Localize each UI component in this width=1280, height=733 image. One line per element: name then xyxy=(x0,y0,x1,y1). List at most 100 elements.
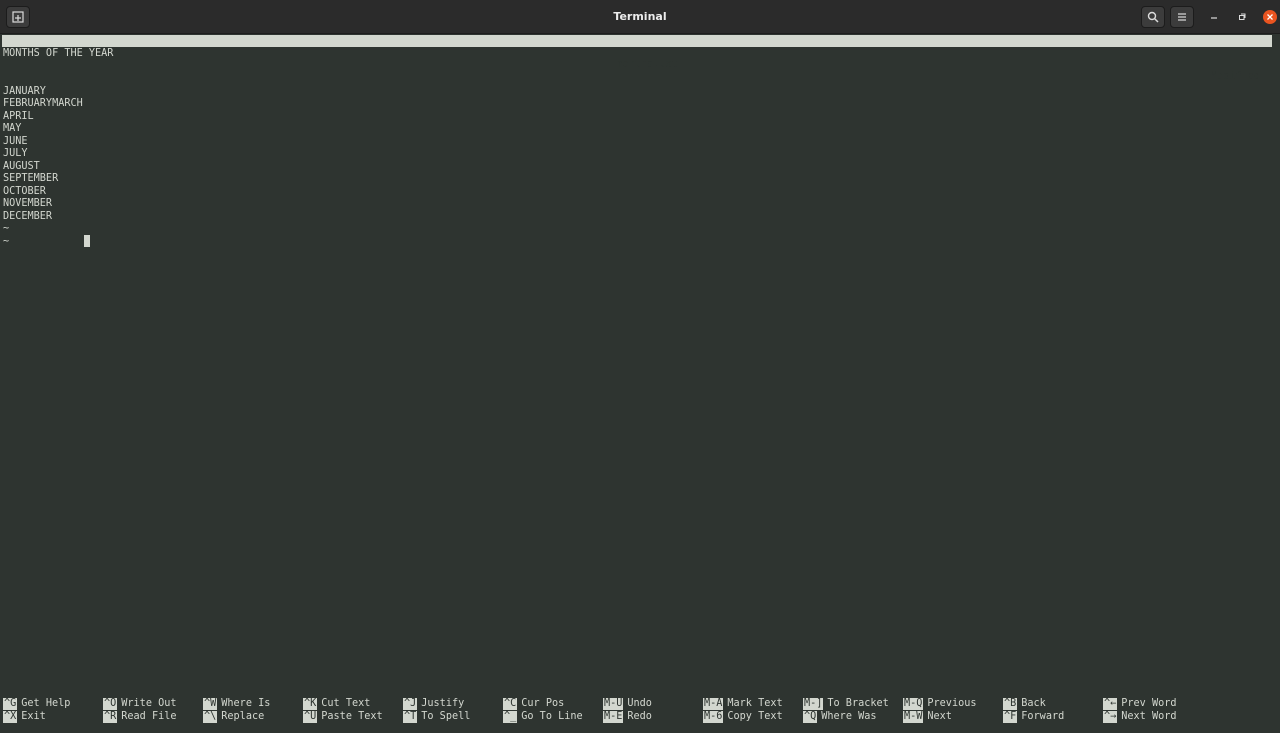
shortcut-key: M-U xyxy=(603,698,624,710)
editor-line: JUNE xyxy=(3,135,28,147)
shortcut-column: ^C Cur Pos ^_ Go To Line xyxy=(503,698,603,723)
window-titlebar[interactable]: Terminal xyxy=(0,0,1280,34)
editor-line: NOVEMBER xyxy=(3,198,53,209)
shortcut-item[interactable]: M-6 Copy Text xyxy=(703,710,803,724)
maximize-button[interactable] xyxy=(1235,10,1249,24)
editor-line: ~ xyxy=(3,223,10,234)
shortcut-item[interactable]: M-U Undo xyxy=(603,698,703,711)
editor-line: APRIL xyxy=(3,110,34,122)
shortcut-item[interactable]: M-W Next xyxy=(903,710,1003,724)
editor-text-area[interactable]: MONTHS OF THE YEAR JANUARY FEBRUARYMARCH AP… xyxy=(3,48,1273,248)
shortcut-key: M-A xyxy=(703,698,724,710)
shortcut-item[interactable]: ^U Paste Text xyxy=(303,710,403,724)
shortcut-key: ^T xyxy=(403,710,418,723)
shortcut-column: ^B Back ^F Forward xyxy=(1003,698,1103,723)
shortcut-label: Previous xyxy=(927,698,977,709)
shortcut-label: Write Out xyxy=(121,698,177,709)
shortcut-column: M-] To Bracket ^Q Where Was xyxy=(803,698,903,723)
shortcut-item[interactable]: ^→ Next Word xyxy=(1103,710,1203,724)
shortcut-label: Go To Line xyxy=(521,710,583,722)
shortcut-key: ^G xyxy=(3,698,18,710)
shortcut-item[interactable]: ^K Cut Text xyxy=(303,698,403,711)
shortcut-item[interactable]: ^\ Replace xyxy=(203,710,303,724)
editor-line: MONTHS OF THE YEAR xyxy=(3,48,114,59)
shortcut-key: M-E xyxy=(603,710,624,723)
maximize-icon xyxy=(1239,13,1246,20)
search-button[interactable] xyxy=(1141,6,1165,28)
shortcut-label: Where Is xyxy=(221,698,271,709)
editor-line: ~ xyxy=(3,235,10,247)
hamburger-menu-icon xyxy=(1178,13,1186,21)
editor-line: FEBRUARYMARCH xyxy=(3,98,83,109)
shortcut-item[interactable]: M-A Mark Text xyxy=(703,698,803,711)
text-cursor xyxy=(84,235,90,247)
shortcut-item[interactable]: ^_ Go To Line xyxy=(503,710,603,724)
shortcut-key: ^_ xyxy=(503,710,518,723)
shortcut-item[interactable]: ^Q Where Was xyxy=(803,710,903,724)
close-icon xyxy=(1267,14,1273,20)
editor-line: MAY xyxy=(3,123,22,134)
shortcut-item[interactable]: ^C Cur Pos xyxy=(503,698,603,711)
shortcut-item[interactable]: ^F Forward xyxy=(1003,710,1103,724)
shortcut-column: ^W Where Is ^\ Replace xyxy=(203,698,303,723)
shortcut-item[interactable]: M-Q Previous xyxy=(903,698,1003,711)
shortcut-key: ^F xyxy=(1003,710,1018,723)
shortcut-label: Replace xyxy=(221,710,265,722)
shortcut-item[interactable]: M-] To Bracket xyxy=(803,698,903,711)
shortcut-key: M-Q xyxy=(903,698,924,710)
shortcut-label: To Spell xyxy=(421,710,471,722)
shortcut-column: M-U Undo M-E Redo xyxy=(603,698,703,723)
shortcut-label: Mark Text xyxy=(727,698,783,709)
shortcut-item[interactable]: ^← Prev Word xyxy=(1103,698,1203,711)
shortcut-label: Where Was xyxy=(821,710,877,722)
shortcut-item[interactable]: ^G Get Help xyxy=(3,698,103,711)
nano-header-bar: GNU nano 4.8 months.txt Modified xyxy=(2,35,1272,82)
shortcut-item[interactable]: ^B Back xyxy=(1003,698,1103,711)
shortcut-key: M-6 xyxy=(703,710,724,723)
shortcut-item[interactable]: ^T To Spell xyxy=(403,710,503,724)
shortcut-label: Cur Pos xyxy=(521,698,565,709)
shortcut-column: M-Q Previous M-W Next xyxy=(903,698,1003,723)
shortcut-item[interactable]: M-E Redo xyxy=(603,710,703,724)
search-icon xyxy=(1147,11,1159,23)
shortcut-key: ^\ xyxy=(203,710,218,723)
close-button[interactable] xyxy=(1263,10,1277,24)
shortcut-label: Get Help xyxy=(21,698,71,709)
shortcut-label: Exit xyxy=(21,710,46,722)
shortcut-item[interactable]: ^J Justify xyxy=(403,698,503,711)
shortcut-key: ^B xyxy=(1003,698,1018,710)
shortcut-item[interactable]: ^O Write Out xyxy=(103,698,203,711)
shortcut-column: ^G Get Help ^X Exit xyxy=(3,698,103,723)
editor-line: JANUARY xyxy=(3,85,46,97)
shortcut-label: Undo xyxy=(627,698,652,709)
shortcut-label: Justify xyxy=(421,698,465,709)
shortcut-label: To Bracket xyxy=(827,698,889,709)
shortcut-label: Back xyxy=(1021,698,1046,709)
shortcut-label: Copy Text xyxy=(727,710,783,722)
shortcut-label: Next Word xyxy=(1121,710,1177,722)
shortcut-column: ^O Write Out ^R Read File xyxy=(103,698,203,723)
menu-button[interactable] xyxy=(1170,6,1194,28)
shortcut-label: Redo xyxy=(627,710,652,722)
shortcut-key: ^W xyxy=(203,698,218,710)
shortcut-key: ^O xyxy=(103,698,118,710)
shortcut-item[interactable]: ^R Read File xyxy=(103,710,203,724)
shortcut-column: ^K Cut Text ^U Paste Text xyxy=(303,698,403,723)
editor-line: JULY xyxy=(3,148,28,159)
shortcut-label: Prev Word xyxy=(1121,698,1177,709)
editor-line: OCTOBER xyxy=(3,185,46,197)
shortcut-item[interactable]: ^X Exit xyxy=(3,710,103,724)
editor-line: AUGUST xyxy=(3,160,40,172)
minimize-icon xyxy=(1211,17,1217,19)
shortcut-label: Paste Text xyxy=(321,710,383,722)
shortcut-item[interactable]: ^W Where Is xyxy=(203,698,303,711)
shortcut-key: ^J xyxy=(403,698,418,710)
shortcut-label: Read File xyxy=(121,710,177,722)
shortcut-key: ^U xyxy=(303,710,318,723)
minimize-button[interactable] xyxy=(1207,10,1221,24)
editor-line: DECEMBER xyxy=(3,210,53,222)
shortcut-label: Next xyxy=(927,710,952,722)
editor-line: SEPTEMBER xyxy=(3,173,59,184)
